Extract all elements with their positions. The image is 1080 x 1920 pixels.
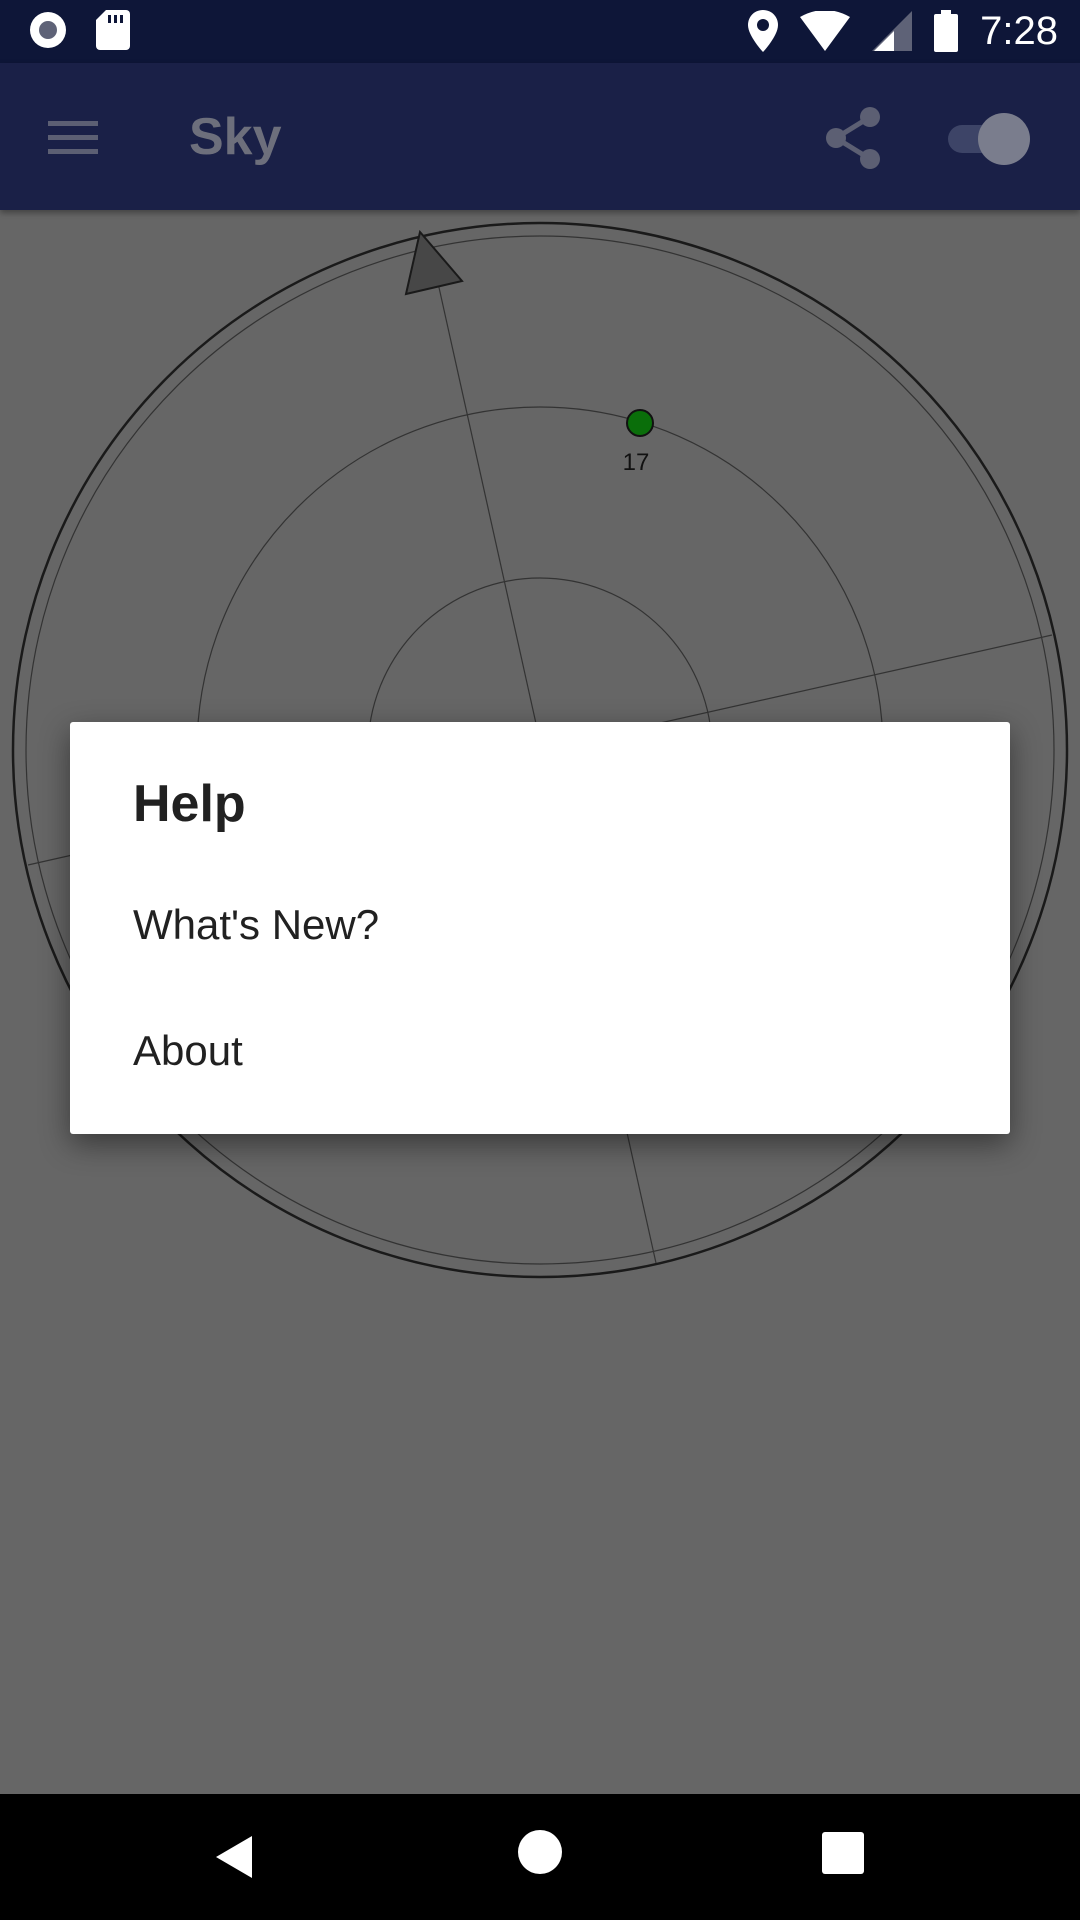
satellite-marker	[626, 409, 654, 437]
navigation-bar	[0, 1794, 1080, 1920]
dialog-title: Help	[133, 775, 246, 833]
toggle-thumb	[978, 113, 1030, 165]
north-arrow-icon	[404, 229, 464, 296]
toggle-switch[interactable]	[944, 107, 1034, 167]
about-item[interactable]: About	[70, 996, 1010, 1106]
back-icon[interactable]	[210, 1832, 260, 1882]
status-right-icons: 7:28	[748, 8, 1058, 54]
wifi-icon	[800, 11, 851, 51]
record-icon	[30, 12, 66, 48]
status-left-icons	[28, 10, 130, 50]
sd-card-icon	[96, 10, 130, 50]
status-bar: 7:28	[0, 0, 1080, 63]
whats-new-item[interactable]: What's New?	[70, 870, 1010, 980]
menu-icon[interactable]	[40, 109, 106, 165]
recents-icon[interactable]	[822, 1832, 864, 1874]
share-icon[interactable]	[820, 103, 886, 173]
satellite-label: 17	[623, 449, 650, 476]
app-bar: Sky	[0, 63, 1080, 210]
page-title: Sky	[189, 108, 282, 166]
location-icon	[748, 10, 779, 52]
help-dialog: Help What's New? About	[70, 722, 1010, 1134]
status-time: 7:28	[980, 9, 1058, 53]
battery-icon	[934, 10, 959, 52]
signal-icon	[872, 11, 913, 51]
home-icon[interactable]	[518, 1830, 562, 1874]
